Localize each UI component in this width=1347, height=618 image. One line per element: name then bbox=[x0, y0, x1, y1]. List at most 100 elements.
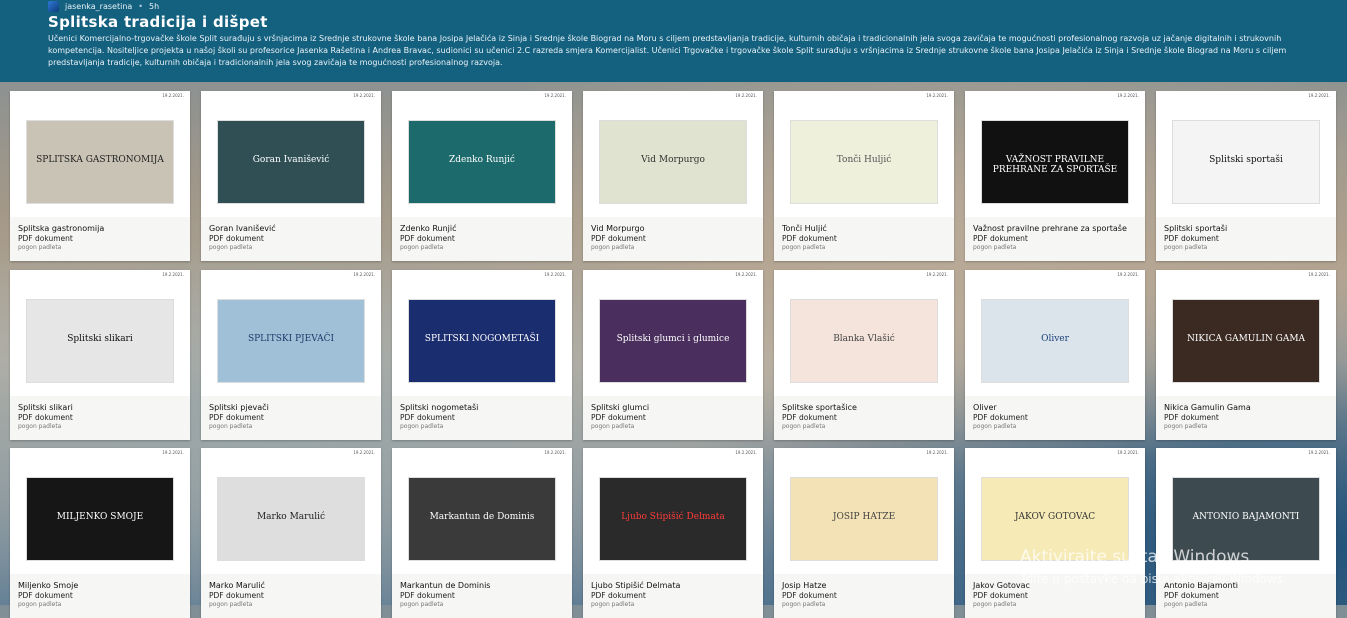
preview-date: 19.2.2021. bbox=[735, 272, 757, 277]
preview-date: 19.2.2021. bbox=[1117, 93, 1139, 98]
preview-date: 19.2.2021. bbox=[735, 93, 757, 98]
slide-thumbnail[interactable]: Marko Marulić bbox=[218, 478, 364, 560]
card-preview[interactable]: 19.2.2021. SPLITSKI NOGOMETAŠI bbox=[392, 270, 572, 396]
card-type: PDF dokument bbox=[591, 591, 646, 600]
card-caption: Splitski nogometaši PDF dokument pogon pad… bbox=[392, 396, 572, 440]
slide-thumbnail[interactable]: Ljubo Stipišić Delmata bbox=[600, 478, 746, 560]
slide-thumbnail[interactable]: SPLITSKA GASTRONOMIJA bbox=[27, 121, 173, 203]
card-caption: Josip Hatze PDF dokument pogon padleta bbox=[774, 574, 954, 618]
card-title: Splitski pjevači bbox=[209, 403, 269, 412]
card-preview[interactable]: 19.2.2021. Ljubo Stipišić Delmata bbox=[583, 448, 763, 574]
card-preview[interactable]: 19.2.2021. VAŽNOST PRAVILNE PREHRANE ZA S… bbox=[965, 91, 1145, 217]
slide-thumbnail[interactable]: Blanka Vlašić bbox=[791, 300, 937, 382]
card-preview[interactable]: 19.2.2021. Zdenko Runjić bbox=[392, 91, 572, 217]
slide-title: VAŽNOST PRAVILNE PREHRANE ZA SPORTAŠE bbox=[992, 155, 1118, 175]
card-preview[interactable]: 19.2.2021. Marko Marulić bbox=[201, 448, 381, 574]
card-source: pogon padleta bbox=[1164, 244, 1208, 251]
card-source: pogon padleta bbox=[973, 244, 1017, 251]
slide-title: SPLITSKA GASTRONOMIJA bbox=[36, 155, 164, 165]
card-preview[interactable]: 19.2.2021. Splitski sportaši bbox=[1156, 91, 1336, 217]
slide-title: Goran Ivanišević bbox=[252, 155, 330, 165]
preview-date: 19.2.2021. bbox=[544, 93, 566, 98]
preview-date: 19.2.2021. bbox=[926, 93, 948, 98]
card-source: pogon padleta bbox=[591, 423, 635, 430]
slide-title: Vid Morpurgo bbox=[641, 155, 705, 165]
padlet-card[interactable]: 19.2.2021. Splitski glumci i glumice Split… bbox=[583, 270, 763, 440]
padlet-card[interactable]: 19.2.2021. Vid Morpurgo Vid Morpurgo PDF do… bbox=[583, 91, 763, 261]
slide-title: Splitski glumci i glumice bbox=[616, 334, 730, 344]
padlet-card[interactable]: 19.2.2021. Oliver Oliver PDF dokument pogon … bbox=[965, 270, 1145, 440]
preview-date: 19.2.2021. bbox=[162, 272, 184, 277]
card-preview[interactable]: 19.2.2021. SPLITSKA GASTRONOMIJA bbox=[10, 91, 190, 217]
padlet-card[interactable]: 19.2.2021. NIKICA GAMULIN GAMA Nikica Gamu… bbox=[1156, 270, 1336, 440]
slide-thumbnail[interactable]: SPLITSKI PJEVAČI bbox=[218, 300, 364, 382]
padlet-card[interactable]: 19.2.2021. SPLITSKI PJEVAČI Splitski pjeva… bbox=[201, 270, 381, 440]
card-preview[interactable]: 19.2.2021. NIKICA GAMULIN GAMA bbox=[1156, 270, 1336, 396]
card-caption: Ljubo Stipišić Delmata PDF dokument pogon … bbox=[583, 574, 763, 618]
card-source: pogon padleta bbox=[1164, 423, 1208, 430]
card-preview[interactable]: 19.2.2021. Blanka Vlašić bbox=[774, 270, 954, 396]
padlet-card[interactable]: 19.2.2021. JAKOV GOTOVAC Jakov Gotovac PDF … bbox=[965, 448, 1145, 618]
padlet-card[interactable]: 19.2.2021. SPLITSKA GASTRONOMIJA Splitska … bbox=[10, 91, 190, 261]
slide-thumbnail[interactable]: VAŽNOST PRAVILNE PREHRANE ZA SPORTAŠE bbox=[982, 121, 1128, 203]
card-preview[interactable]: 19.2.2021. Markantun de Dominis bbox=[392, 448, 572, 574]
slide-title: Zdenko Runjić bbox=[449, 155, 515, 165]
preview-date: 19.2.2021. bbox=[544, 272, 566, 277]
card-caption: Nikica Gamulin Gama PDF dokument pogon pad… bbox=[1156, 396, 1336, 440]
padlet-card[interactable]: 19.2.2021. SPLITSKI NOGOMETAŠI Splitski no… bbox=[392, 270, 572, 440]
card-type: PDF dokument bbox=[973, 234, 1028, 243]
padlet-card[interactable]: 19.2.2021. Goran Ivanišević Goran Ivanišev… bbox=[201, 91, 381, 261]
card-preview[interactable]: 19.2.2021. Goran Ivanišević bbox=[201, 91, 381, 217]
slide-thumbnail[interactable]: Splitski glumci i glumice bbox=[600, 300, 746, 382]
card-caption: Važnost pravilne prehrane za sportaše PDF… bbox=[965, 217, 1145, 261]
card-caption: Marko Marulić PDF dokument pogon padleta bbox=[201, 574, 381, 618]
card-source: pogon padleta bbox=[591, 244, 635, 251]
slide-thumbnail[interactable]: Splitski slikari bbox=[27, 300, 173, 382]
card-preview[interactable]: 19.2.2021. Tonči Huljić bbox=[774, 91, 954, 217]
card-title: Ljubo Stipišić Delmata bbox=[591, 581, 681, 590]
padlet-card[interactable]: 19.2.2021. JOSIP HATZE Josip Hatze PDF doku… bbox=[774, 448, 954, 618]
padlet-card[interactable]: 19.2.2021. Marko Marulić Marko Marulić PDF … bbox=[201, 448, 381, 618]
slide-thumbnail[interactable]: Splitski sportaši bbox=[1173, 121, 1319, 203]
slide-thumbnail[interactable]: MILJENKO SMOJE bbox=[27, 478, 173, 560]
slide-thumbnail[interactable]: SPLITSKI NOGOMETAŠI bbox=[409, 300, 555, 382]
card-type: PDF dokument bbox=[782, 234, 837, 243]
padlet-card[interactable]: 19.2.2021. Splitski sportaši Splitski spor… bbox=[1156, 91, 1336, 261]
card-title: Splitske sportašice bbox=[782, 403, 857, 412]
slide-thumbnail[interactable]: Vid Morpurgo bbox=[600, 121, 746, 203]
slide-thumbnail[interactable]: Markantun de Dominis bbox=[409, 478, 555, 560]
padlet-card[interactable]: 19.2.2021. Blanka Vlašić Splitske sportaši… bbox=[774, 270, 954, 440]
card-preview[interactable]: 19.2.2021. Splitski glumci i glumice bbox=[583, 270, 763, 396]
card-preview[interactable]: 19.2.2021. Vid Morpurgo bbox=[583, 91, 763, 217]
card-title: Splitski slikari bbox=[18, 403, 73, 412]
card-preview[interactable]: 19.2.2021. Splitski slikari bbox=[10, 270, 190, 396]
preview-date: 19.2.2021. bbox=[544, 450, 566, 455]
slide-thumbnail[interactable]: JOSIP HATZE bbox=[791, 478, 937, 560]
padlet-card[interactable]: 19.2.2021. Markantun de Dominis Markantun … bbox=[392, 448, 572, 618]
preview-date: 19.2.2021. bbox=[353, 93, 375, 98]
card-type: PDF dokument bbox=[209, 234, 264, 243]
card-preview[interactable]: 19.2.2021. SPLITSKI PJEVAČI bbox=[201, 270, 381, 396]
padlet-card[interactable]: 19.2.2021. Ljubo Stipišić Delmata Ljubo St… bbox=[583, 448, 763, 618]
card-type: PDF dokument bbox=[973, 413, 1028, 422]
slide-thumbnail[interactable]: Goran Ivanišević bbox=[218, 121, 364, 203]
card-source: pogon padleta bbox=[782, 244, 826, 251]
card-preview[interactable]: 19.2.2021. MILJENKO SMOJE bbox=[10, 448, 190, 574]
slide-title: Oliver bbox=[1041, 334, 1069, 344]
padlet-card[interactable]: 19.2.2021. Zdenko Runjić Zdenko Runjić PDF … bbox=[392, 91, 572, 261]
padlet-card[interactable]: 19.2.2021. ANTONIO BAJAMONTI Antonio Bajam… bbox=[1156, 448, 1336, 618]
padlet-card[interactable]: 19.2.2021. Splitski slikari Splitski slika… bbox=[10, 270, 190, 440]
card-title: Zdenko Runjić bbox=[400, 224, 457, 233]
slide-thumbnail[interactable]: Oliver bbox=[982, 300, 1128, 382]
card-preview[interactable]: 19.2.2021. Oliver bbox=[965, 270, 1145, 396]
card-preview[interactable]: 19.2.2021. JOSIP HATZE bbox=[774, 448, 954, 574]
padlet-card[interactable]: 19.2.2021. MILJENKO SMOJE Miljenko Smoje PD… bbox=[10, 448, 190, 618]
padlet-card[interactable]: 19.2.2021. VAŽNOST PRAVILNE PREHRANE ZA S… bbox=[965, 91, 1145, 261]
card-title: Važnost pravilne prehrane za sportaše bbox=[973, 224, 1127, 233]
slide-thumbnail[interactable]: NIKICA GAMULIN GAMA bbox=[1173, 300, 1319, 382]
slide-thumbnail[interactable]: Zdenko Runjić bbox=[409, 121, 555, 203]
slide-thumbnail[interactable]: Tonči Huljić bbox=[791, 121, 937, 203]
card-caption: Miljenko Smoje PDF dokument pogon padleta bbox=[10, 574, 190, 618]
padlet-card[interactable]: 19.2.2021. Tonči Huljić Tonči Huljić PDF do… bbox=[774, 91, 954, 261]
slide-title: SPLITSKI NOGOMETAŠI bbox=[424, 334, 540, 344]
